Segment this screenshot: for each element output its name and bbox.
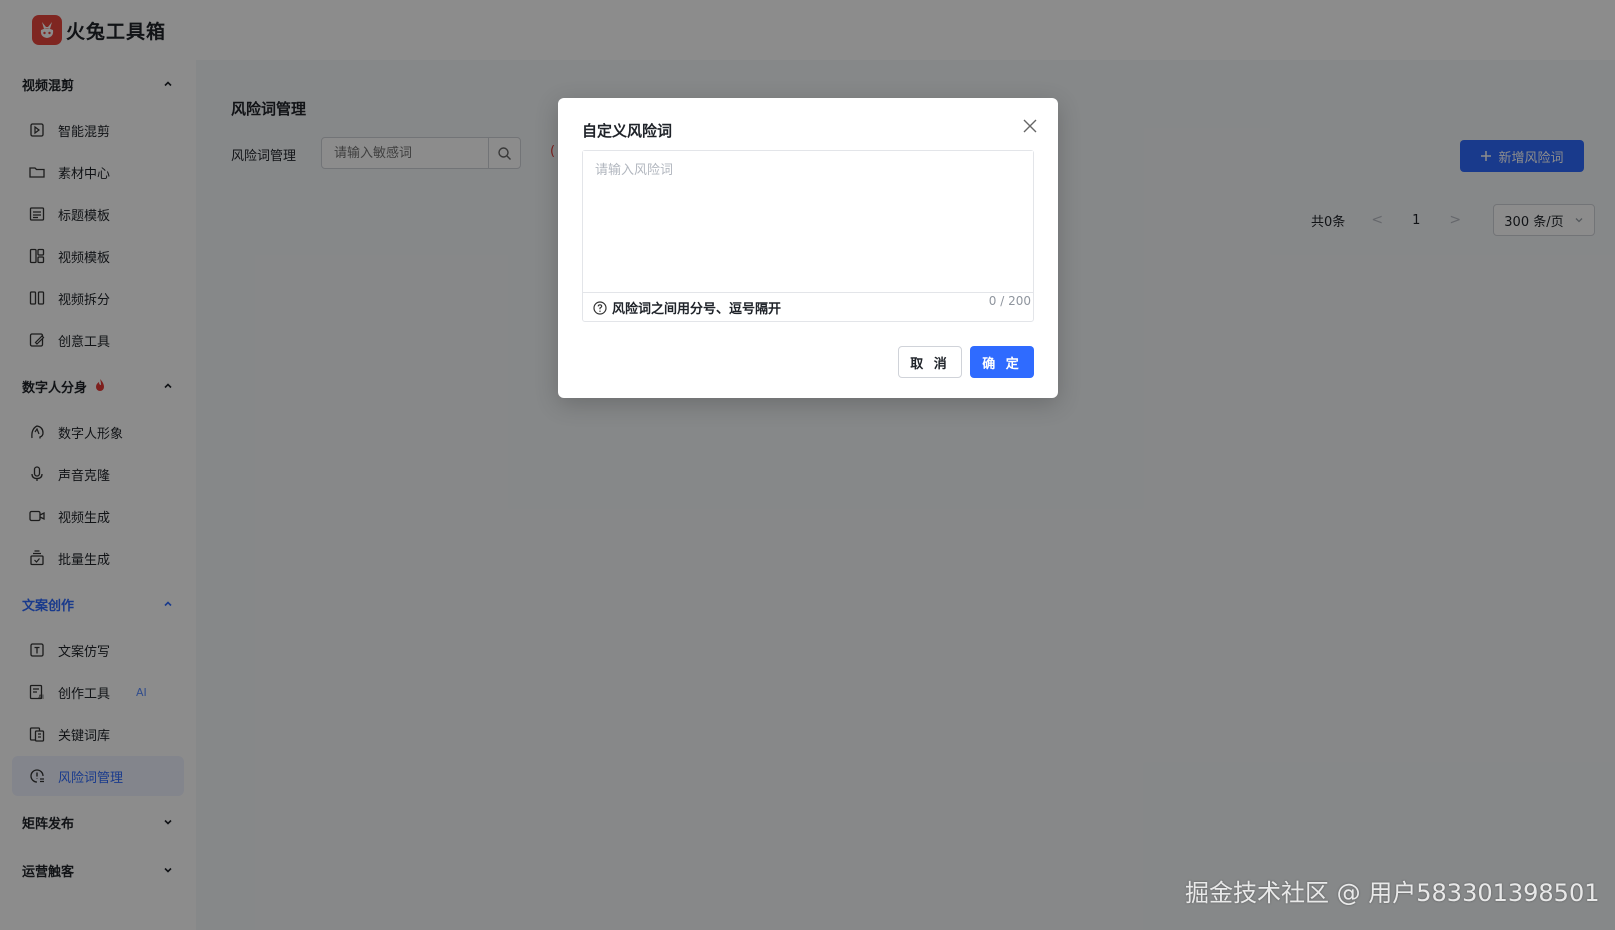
close-icon[interactable] — [1022, 118, 1038, 134]
watermark: 掘金技术社区 @ 用户583301398501 — [1185, 879, 1600, 907]
help-circle-icon — [593, 300, 607, 315]
app-root: 火兔工具箱 视频混剪 智能混剪 素材中心 标题模板 视频模板 视频拆分 创意工具… — [0, 0, 1615, 930]
dialog-title: 自定义风险词 — [582, 122, 673, 140]
risk-word-textarea-wrap: 风险词之间用分号、逗号隔开 0 / 200 — [582, 150, 1034, 322]
custom-risk-word-dialog: 自定义风险词 风险词之间用分号、逗号隔开 0 / 200 取 消 确 定 — [558, 98, 1058, 398]
textarea-hint: 风险词之间用分号、逗号隔开 — [583, 292, 1033, 322]
textarea-hint-text: 风险词之间用分号、逗号隔开 — [612, 302, 782, 317]
character-count: 0 / 200 — [988, 294, 1031, 308]
risk-word-textarea[interactable] — [583, 151, 1033, 291]
cancel-button[interactable]: 取 消 — [898, 346, 962, 378]
confirm-button[interactable]: 确 定 — [970, 346, 1034, 378]
